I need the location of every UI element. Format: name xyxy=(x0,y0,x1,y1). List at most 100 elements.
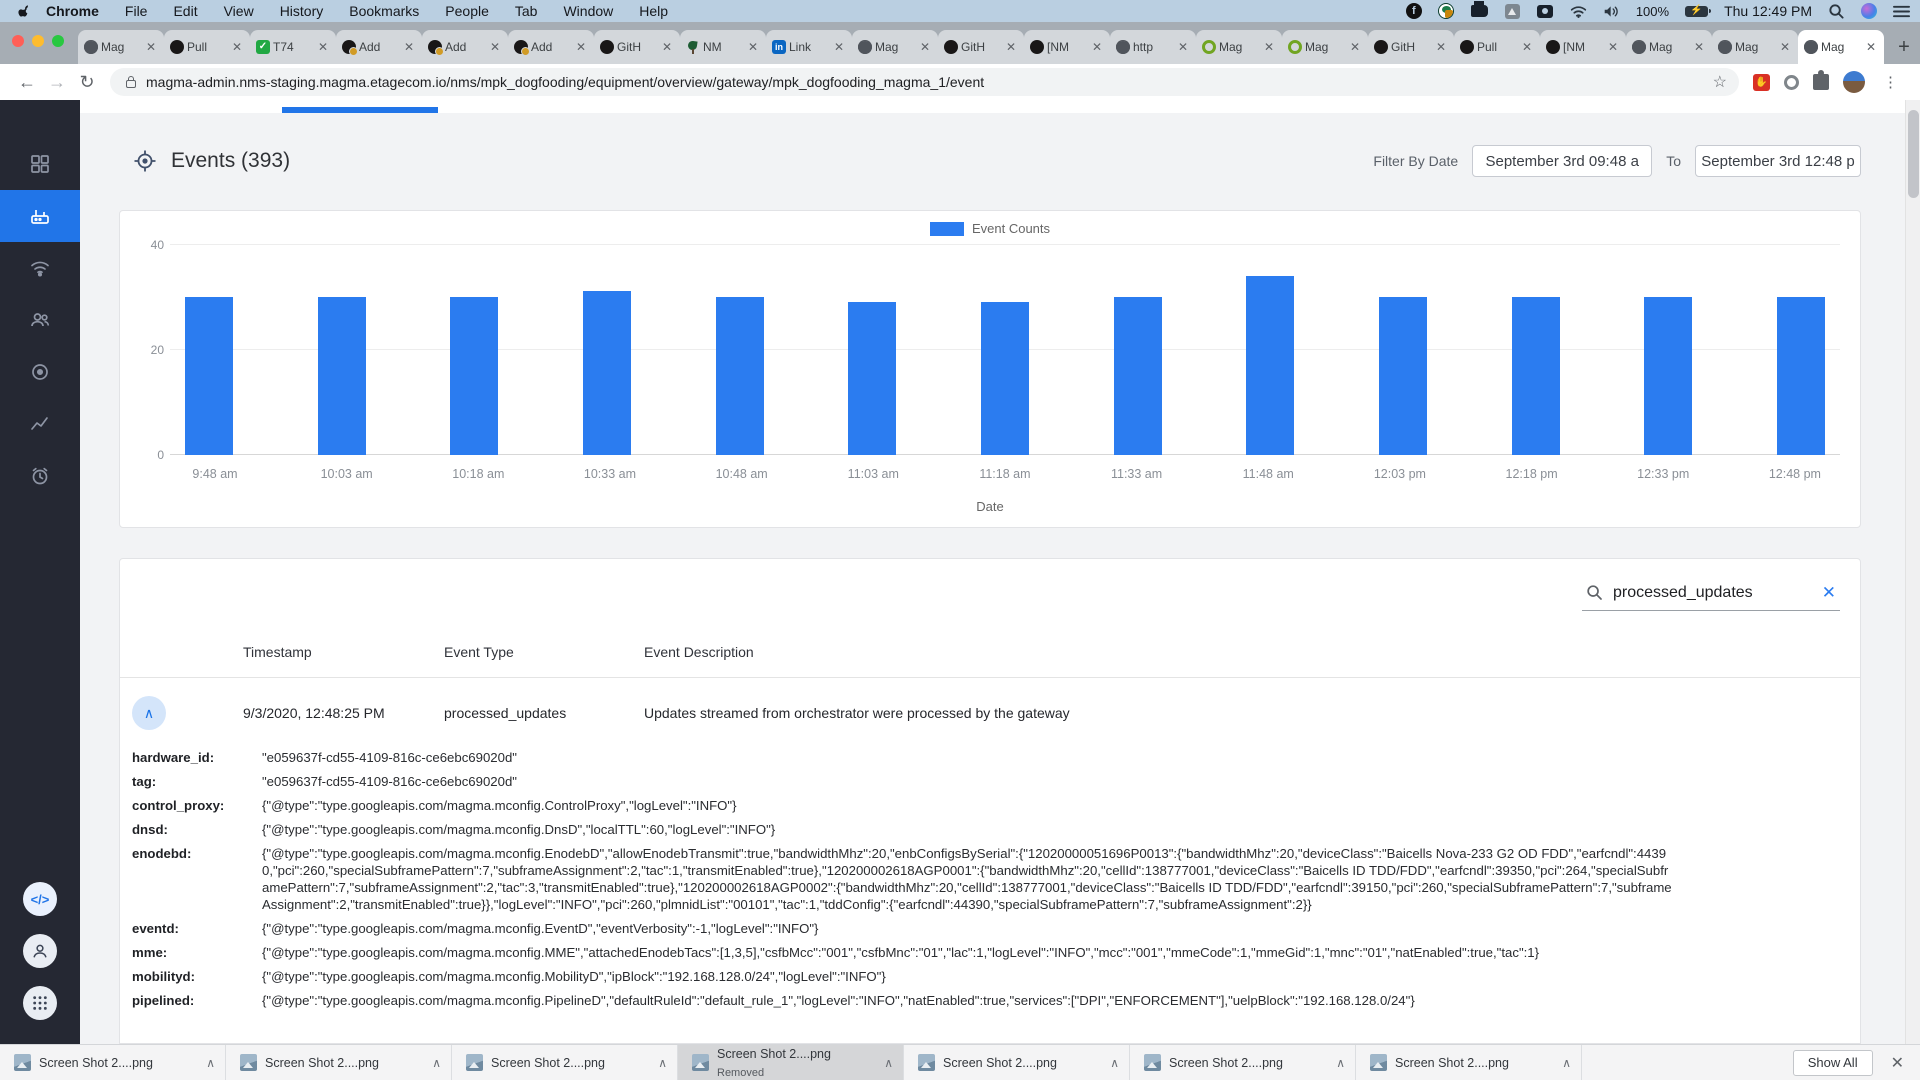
profile-avatar[interactable] xyxy=(1843,71,1865,93)
clear-search-icon[interactable]: ✕ xyxy=(1822,583,1836,603)
tab-close-icon[interactable]: ✕ xyxy=(488,40,502,54)
browser-tab[interactable]: GitH ✕ xyxy=(938,30,1024,64)
menu-item[interactable]: History xyxy=(280,3,324,19)
back-icon[interactable]: ← xyxy=(12,72,42,93)
tab-close-icon[interactable]: ✕ xyxy=(1004,40,1018,54)
apple-menu-icon[interactable] xyxy=(18,4,32,19)
menu-item[interactable]: Chrome xyxy=(46,3,99,19)
extension-circle-icon[interactable] xyxy=(1784,75,1799,90)
chevron-up-icon[interactable]: ∧ xyxy=(1110,1056,1119,1070)
chevron-up-icon[interactable]: ∧ xyxy=(206,1056,215,1070)
browser-tab[interactable]: Mag ✕ xyxy=(852,30,938,64)
zoom-window-button[interactable] xyxy=(52,35,64,47)
chart-bar[interactable] xyxy=(185,297,233,455)
download-item[interactable]: Screen Shot 2....png ∧ xyxy=(452,1045,678,1080)
chart-bar[interactable] xyxy=(1512,297,1560,455)
browser-tab[interactable]: GitH ✕ xyxy=(594,30,680,64)
sidebar-item-metrics[interactable] xyxy=(0,398,80,450)
extensions-puzzle-icon[interactable] xyxy=(1813,74,1829,90)
sidebar-item-subscribers[interactable] xyxy=(0,294,80,346)
close-window-button[interactable] xyxy=(12,35,24,47)
chart-bar[interactable] xyxy=(1777,297,1825,455)
menu-item[interactable]: Tab xyxy=(515,3,538,19)
chart-bar[interactable] xyxy=(1114,297,1162,455)
page-scrollbar[interactable] xyxy=(1905,100,1920,1044)
forward-icon[interactable]: → xyxy=(42,72,72,93)
download-item[interactable]: Screen Shot 2....png ∧ xyxy=(0,1045,226,1080)
tab-close-icon[interactable]: ✕ xyxy=(1520,40,1534,54)
scrollbar-thumb[interactable] xyxy=(1908,110,1919,198)
menubar-clock[interactable]: Thu 12:49 PM xyxy=(1724,3,1812,19)
chevron-up-icon[interactable]: ∧ xyxy=(432,1056,441,1070)
browser-tab[interactable]: Mag ✕ xyxy=(1712,30,1798,64)
tab-close-icon[interactable]: ✕ xyxy=(144,40,158,54)
bookmark-star-icon[interactable]: ☆ xyxy=(1713,72,1727,92)
chart-bar[interactable] xyxy=(848,302,896,455)
chevron-up-icon[interactable]: ∧ xyxy=(884,1056,893,1070)
control-center-list-icon[interactable] xyxy=(1893,3,1910,20)
tab-close-icon[interactable]: ✕ xyxy=(1778,40,1792,54)
tab-close-icon[interactable]: ✕ xyxy=(230,40,244,54)
forest-status-icon[interactable] xyxy=(1438,3,1455,20)
tab-close-icon[interactable]: ✕ xyxy=(918,40,932,54)
chevron-up-icon[interactable]: ∧ xyxy=(658,1056,667,1070)
chart-bar[interactable] xyxy=(1644,297,1692,455)
browser-tab[interactable]: NM ✕ xyxy=(680,30,766,64)
volume-icon[interactable] xyxy=(1603,3,1620,20)
browser-tab[interactable]: [NM ✕ xyxy=(1024,30,1110,64)
tab-close-icon[interactable]: ✕ xyxy=(1090,40,1104,54)
browser-tab[interactable]: Link ✕ xyxy=(766,30,852,64)
download-item[interactable]: Screen Shot 2....png ∧ xyxy=(1356,1045,1582,1080)
chevron-up-icon[interactable]: ∧ xyxy=(1562,1056,1571,1070)
chart-bar[interactable] xyxy=(981,302,1029,455)
adblock-extension-icon[interactable]: ✋ xyxy=(1753,74,1770,91)
sidebar-item-network[interactable] xyxy=(0,242,80,294)
date-from-input[interactable]: September 3rd 09:48 a xyxy=(1472,145,1652,177)
tab-close-icon[interactable]: ✕ xyxy=(1692,40,1706,54)
browser-tab[interactable]: T74 ✕ xyxy=(250,30,336,64)
download-item[interactable]: Screen Shot 2....png ∧ xyxy=(904,1045,1130,1080)
tab-close-icon[interactable]: ✕ xyxy=(574,40,588,54)
search-input[interactable]: processed_updates xyxy=(1613,584,1812,602)
collapse-row-button[interactable]: ∧ xyxy=(132,696,166,730)
tab-close-icon[interactable]: ✕ xyxy=(1606,40,1620,54)
chart-bar[interactable] xyxy=(1379,297,1427,455)
new-tab-button[interactable]: + xyxy=(1890,33,1918,61)
menu-item[interactable]: File xyxy=(125,3,148,19)
tab-close-icon[interactable]: ✕ xyxy=(1176,40,1190,54)
facebook-status-icon[interactable]: f xyxy=(1406,3,1422,19)
browser-tab[interactable]: Pull ✕ xyxy=(1454,30,1540,64)
chevron-up-icon[interactable]: ∧ xyxy=(1336,1056,1345,1070)
browser-tab[interactable]: Add ✕ xyxy=(422,30,508,64)
sidebar-apps-button[interactable] xyxy=(23,986,57,1020)
camera-status-icon[interactable] xyxy=(1537,3,1554,20)
menu-item[interactable]: Help xyxy=(639,3,668,19)
sidebar-item-dashboard[interactable] xyxy=(0,138,80,190)
browser-tab[interactable]: http ✕ xyxy=(1110,30,1196,64)
tab-close-icon[interactable]: ✕ xyxy=(402,40,416,54)
menu-item[interactable]: Bookmarks xyxy=(349,3,419,19)
docker-status-icon[interactable] xyxy=(1471,3,1488,20)
sidebar-code-button[interactable]: </> xyxy=(23,882,57,916)
show-all-downloads-button[interactable]: Show All xyxy=(1793,1050,1873,1076)
menu-item[interactable]: Edit xyxy=(173,3,197,19)
browser-tab[interactable]: Mag ✕ xyxy=(1626,30,1712,64)
chart-bar[interactable] xyxy=(1246,276,1294,455)
browser-tab[interactable]: [NM ✕ xyxy=(1540,30,1626,64)
reload-icon[interactable]: ↻ xyxy=(72,72,102,93)
wifi-icon[interactable] xyxy=(1570,3,1587,20)
close-shelf-icon[interactable]: ✕ xyxy=(1891,1053,1904,1073)
browser-tab[interactable]: Pull ✕ xyxy=(164,30,250,64)
sidebar-item-alerts[interactable] xyxy=(0,450,80,502)
tab-close-icon[interactable]: ✕ xyxy=(1262,40,1276,54)
download-item[interactable]: Screen Shot 2....png Removed ∧ xyxy=(678,1045,904,1080)
chart-bar[interactable] xyxy=(318,297,366,455)
download-item[interactable]: Screen Shot 2....png ∧ xyxy=(1130,1045,1356,1080)
browser-tab[interactable]: Mag ✕ xyxy=(78,30,164,64)
chart-bar[interactable] xyxy=(450,297,498,455)
menu-item[interactable]: People xyxy=(445,3,489,19)
chrome-menu-icon[interactable]: ⋮ xyxy=(1879,73,1902,91)
minimize-window-button[interactable] xyxy=(32,35,44,47)
sidebar-item-tracing[interactable] xyxy=(0,346,80,398)
spotlight-search-icon[interactable] xyxy=(1828,3,1845,20)
